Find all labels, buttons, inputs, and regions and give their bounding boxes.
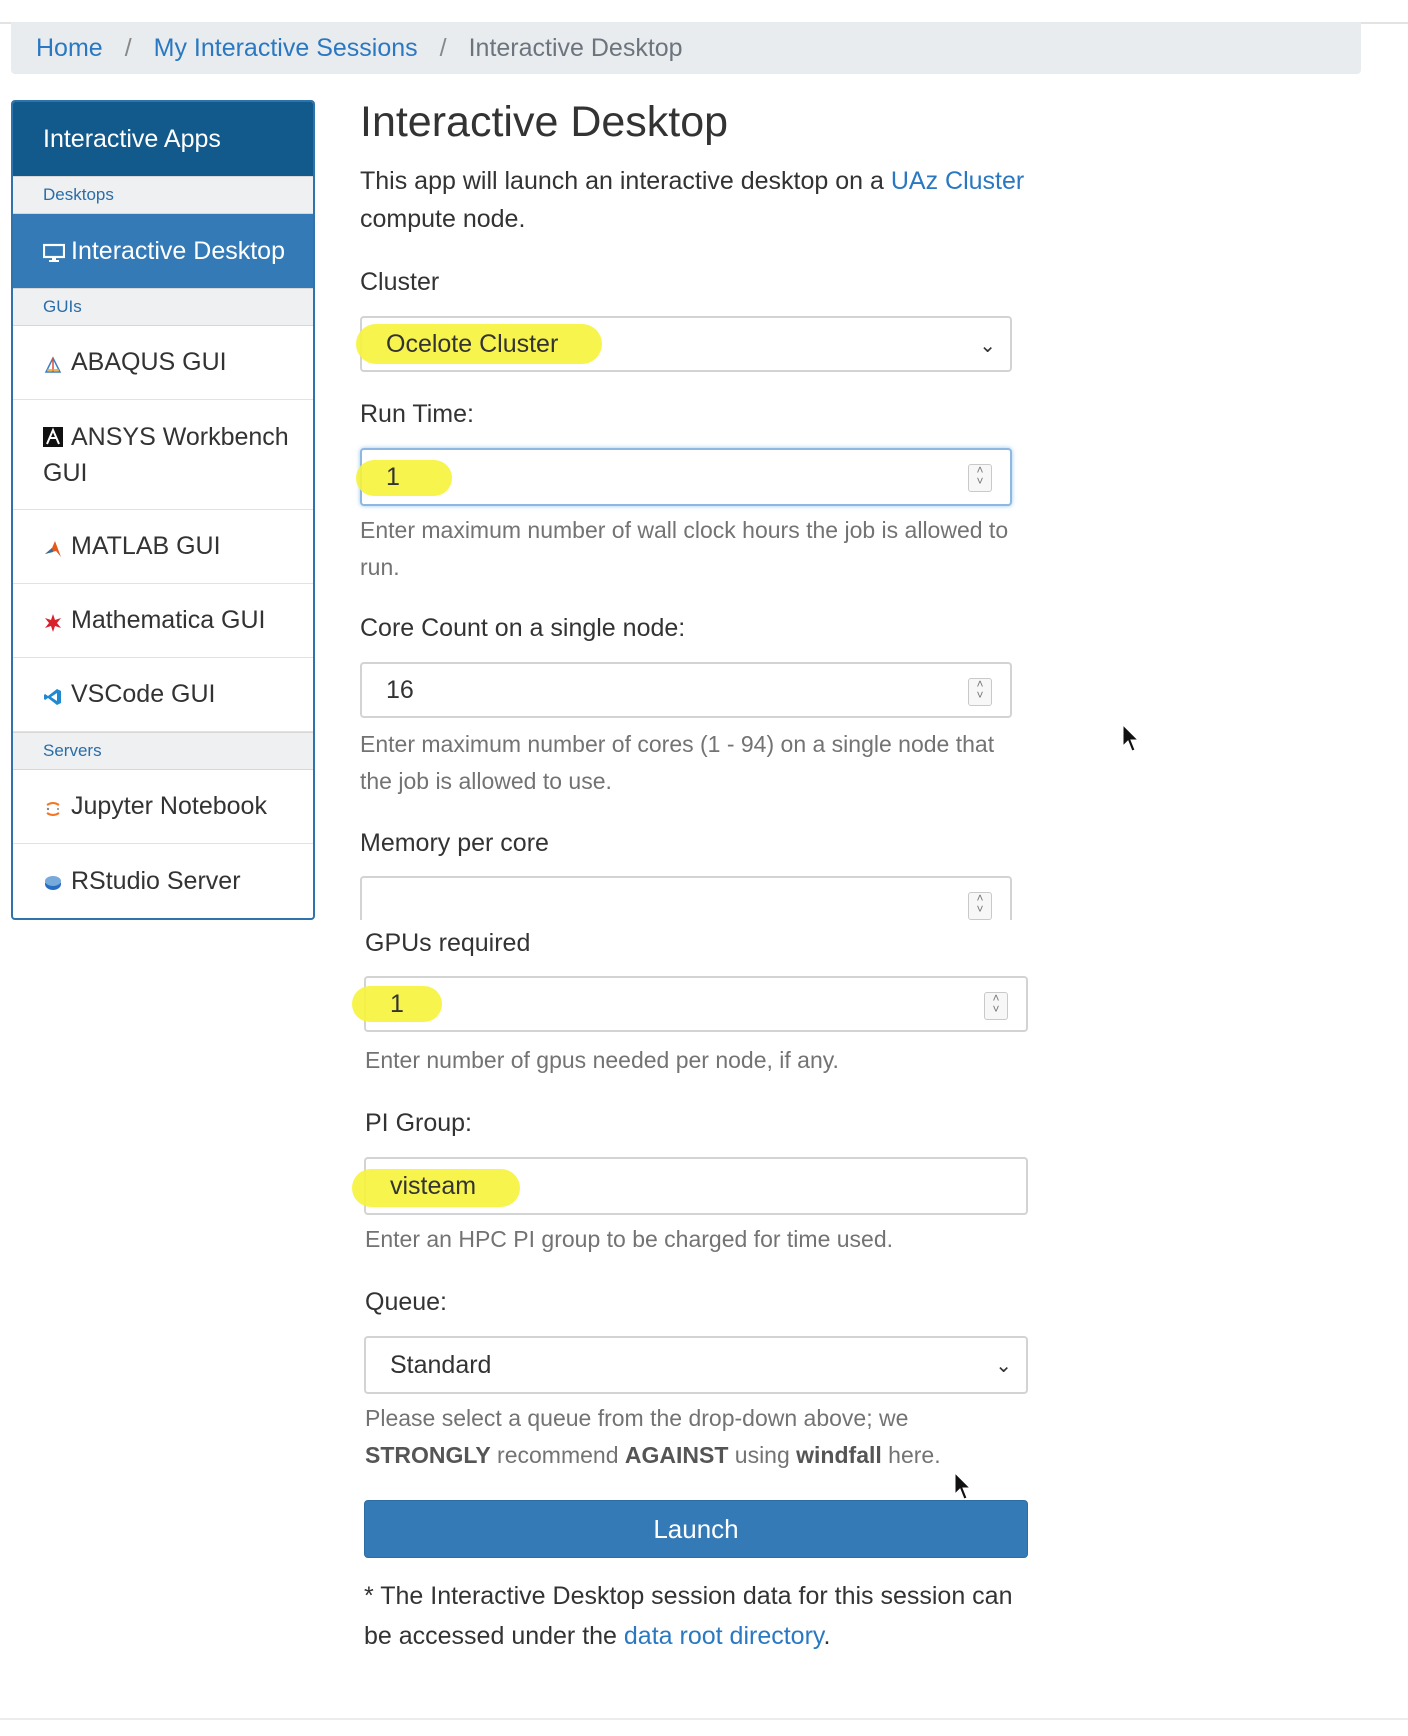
queue-help: Please select a queue from the drop-down… bbox=[365, 1400, 1045, 1474]
sidebar-group-desktops: Desktops bbox=[13, 176, 313, 214]
highlight-mark bbox=[356, 460, 452, 496]
cluster-select[interactable]: Ocelote Cluster ⌄ bbox=[356, 316, 1012, 372]
gpus-help: Enter number of gpus needed per node, if… bbox=[365, 1047, 839, 1073]
cores-help: Enter maximum number of cores (1 - 94) o… bbox=[360, 731, 995, 794]
sidebar-item-label: ABAQUS GUI bbox=[71, 348, 227, 376]
footnote: * The Interactive Desktop session data f… bbox=[364, 1576, 1044, 1656]
queue-help-windfall: windfall bbox=[796, 1442, 882, 1468]
sidebar-item-rstudio[interactable]: RStudio Server bbox=[13, 844, 313, 918]
sidebar-group-servers: Servers bbox=[13, 732, 313, 770]
sidebar-item-label: RStudio Server bbox=[71, 866, 241, 895]
sidebar-group-guis: GUIs bbox=[13, 288, 313, 326]
queue-select-value: Standard bbox=[390, 1350, 492, 1379]
cluster-label: Cluster bbox=[360, 268, 440, 296]
bottom-divider bbox=[0, 1718, 1408, 1720]
cores-value: 16 bbox=[386, 675, 414, 704]
uaz-cluster-link[interactable]: UAz Cluster bbox=[891, 167, 1024, 195]
spinner-arrows-icon[interactable]: ˄ ˅ bbox=[968, 892, 992, 920]
queue-select[interactable]: Standard ⌄ bbox=[364, 1336, 1028, 1394]
breadcrumb: Home / My Interactive Sessions / Interac… bbox=[11, 22, 1361, 74]
queue-help-against: AGAINST bbox=[624, 1442, 729, 1468]
breadcrumb-separator: / bbox=[439, 33, 447, 62]
sidebar-item-vscode[interactable]: VSCode GUI bbox=[13, 658, 313, 732]
runtime-input[interactable]: 1 ˄ ˅ bbox=[356, 448, 1012, 506]
gpus-value: 1 bbox=[390, 989, 404, 1018]
spinner-arrows-icon[interactable]: ˄ ˅ bbox=[968, 678, 992, 706]
memory-label: Memory per core bbox=[360, 829, 549, 857]
sidebar-item-matlab[interactable]: MATLAB GUI bbox=[13, 510, 313, 584]
pigroup-help: Enter an HPC PI group to be charged for … bbox=[365, 1226, 894, 1252]
monitor-icon bbox=[42, 241, 66, 262]
memory-input[interactable]: ˄ ˅ bbox=[360, 876, 1012, 920]
vscode-icon bbox=[43, 685, 63, 705]
matlab-icon bbox=[43, 537, 63, 557]
cores-input[interactable]: 16 ˄ ˅ bbox=[360, 662, 1012, 718]
ansys-icon bbox=[43, 421, 63, 447]
spinner-arrows-icon[interactable]: ˄ ˅ bbox=[984, 992, 1008, 1020]
sidebar-item-mathematica[interactable]: Mathematica GUI bbox=[13, 584, 313, 658]
rstudio-icon bbox=[43, 871, 63, 891]
page-title: Interactive Desktop bbox=[360, 98, 729, 146]
launch-button[interactable]: Launch bbox=[364, 1500, 1028, 1558]
runtime-label: Run Time: bbox=[360, 400, 474, 428]
breadcrumb-current: Interactive Desktop bbox=[468, 33, 683, 62]
breadcrumb-sessions-link[interactable]: My Interactive Sessions bbox=[154, 34, 418, 63]
queue-help-text: here. bbox=[881, 1442, 941, 1468]
sidebar-item-label: Mathematica GUI bbox=[71, 606, 266, 634]
spinner-arrows-icon[interactable]: ˄ ˅ bbox=[968, 464, 992, 492]
queue-help-strongly: STRONGLY bbox=[365, 1442, 491, 1468]
sidebar-item-label: ANSYS Workbench GUI bbox=[43, 422, 289, 487]
gpus-label: GPUs required bbox=[365, 929, 531, 957]
queue-help-text: using bbox=[728, 1442, 797, 1468]
chevron-down-icon: ⌄ bbox=[979, 335, 996, 357]
breadcrumb-home-link[interactable]: Home bbox=[36, 34, 103, 63]
footnote-end: . bbox=[823, 1622, 831, 1650]
sidebar-item-interactive-desktop[interactable]: Interactive Desktop bbox=[13, 214, 313, 288]
queue-help-text: Please select a queue from the drop-down… bbox=[365, 1405, 909, 1431]
pigroup-value: visteam bbox=[390, 1171, 477, 1200]
queue-label: Queue: bbox=[365, 1288, 448, 1316]
jupyter-icon bbox=[43, 797, 63, 817]
data-root-directory-link[interactable]: data root directory bbox=[624, 1622, 824, 1650]
sidebar-item-label: VSCode GUI bbox=[71, 680, 216, 708]
mouse-cursor-icon bbox=[1122, 724, 1140, 752]
cores-label: Core Count on a single node: bbox=[360, 614, 686, 642]
description-text: This app will launch an interactive desk… bbox=[360, 167, 891, 195]
chevron-down-icon: ⌄ bbox=[995, 1355, 1012, 1377]
sidebar-item-label: Jupyter Notebook bbox=[71, 792, 267, 820]
app-description: This app will launch an interactive desk… bbox=[360, 162, 1060, 238]
sidebar-item-label: MATLAB GUI bbox=[71, 532, 221, 560]
queue-help-text: recommend bbox=[490, 1442, 625, 1468]
apps-sidebar: Interactive Apps Desktops Interactive De… bbox=[11, 100, 315, 920]
sidebar-item-jupyter[interactable]: Jupyter Notebook bbox=[13, 770, 313, 844]
description-text-end: compute node. bbox=[360, 205, 526, 233]
gpus-input[interactable]: 1 ˄ ˅ bbox=[352, 976, 1028, 1032]
runtime-help: Enter maximum number of wall clock hours… bbox=[360, 517, 1009, 580]
sidebar-item-label: Interactive Desktop bbox=[71, 236, 285, 265]
pigroup-input[interactable]: visteam bbox=[352, 1157, 1028, 1215]
sidebar-header: Interactive Apps bbox=[13, 102, 313, 176]
runtime-value: 1 bbox=[386, 462, 400, 491]
pigroup-label: PI Group: bbox=[365, 1109, 472, 1137]
sidebar-item-label-wrap: ANSYS Workbench GUI bbox=[43, 419, 299, 491]
sidebar-item-ansys[interactable]: ANSYS Workbench GUI bbox=[13, 400, 313, 510]
mathematica-icon bbox=[43, 611, 63, 632]
breadcrumb-separator: / bbox=[124, 33, 132, 62]
abaqus-icon bbox=[43, 353, 63, 373]
mouse-cursor-icon bbox=[954, 1472, 972, 1500]
sidebar-item-abaqus[interactable]: ABAQUS GUI bbox=[13, 326, 313, 400]
cluster-select-value: Ocelote Cluster bbox=[386, 329, 559, 358]
